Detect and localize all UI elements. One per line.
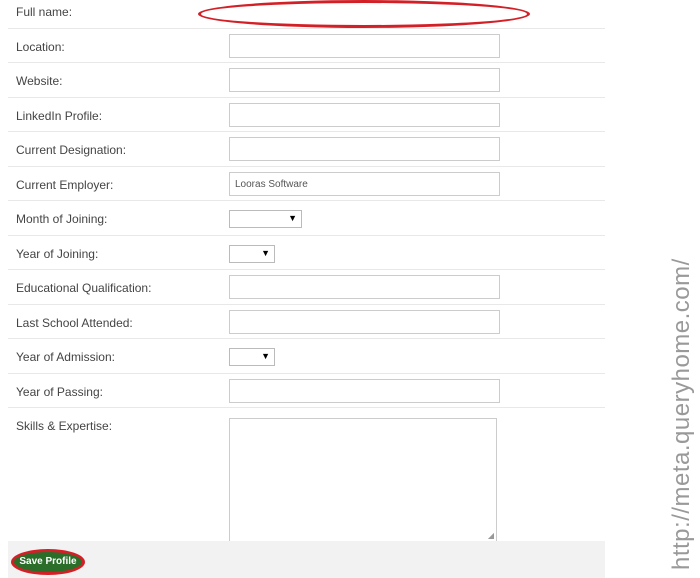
form-row: Location:	[8, 29, 605, 63]
highlight-annotation	[198, 0, 530, 28]
field-label: Current Designation:	[16, 143, 127, 157]
form-row: Current Designation:	[8, 132, 605, 167]
field-label: Full name:	[16, 5, 73, 19]
field-label: Skills & Expertise:	[16, 419, 113, 433]
resize-handle-icon[interactable]: ◢	[488, 531, 494, 540]
chevron-down-icon: ▼	[261, 351, 270, 361]
dropdown-select[interactable]: ▼	[229, 348, 275, 366]
field-label: Year of Joining:	[16, 246, 99, 261]
text-input[interactable]	[229, 309, 500, 334]
form-row: Year of Joining: ▼	[8, 236, 605, 270]
watermark: http://meta.queryhome.com/	[668, 258, 695, 570]
chevron-down-icon: ▼	[288, 213, 297, 223]
field-label: Last School Attended:	[16, 315, 133, 330]
profile-form: Full name: Location: Website: LinkedIn Prof…	[8, 0, 605, 542]
text-input[interactable]: Looras Software	[229, 171, 500, 196]
field-label: Educational Qualification:	[16, 281, 152, 295]
form-row: LinkedIn Profile:	[8, 98, 605, 132]
skills-textarea[interactable]: ◢	[229, 418, 497, 542]
text-input[interactable]	[229, 137, 500, 161]
field-label: LinkedIn Profile:	[16, 108, 103, 123]
form-footer: Save Profile	[8, 541, 605, 578]
text-input[interactable]	[229, 378, 500, 403]
save-profile-button[interactable]: Save Profile	[11, 549, 85, 575]
field-label: Year of Admission:	[16, 350, 115, 364]
form-row: Educational Qualification:	[8, 270, 605, 305]
text-input[interactable]	[229, 275, 500, 299]
form-row: Website:	[8, 63, 605, 98]
field-label: Year of Passing:	[16, 384, 103, 399]
text-input[interactable]	[229, 33, 500, 58]
form-row: Year of Admission: ▼	[8, 339, 605, 374]
dropdown-select[interactable]: ▼	[229, 210, 302, 228]
field-label: Month of Joining:	[16, 212, 108, 226]
form-row: Last School Attended:	[8, 305, 605, 339]
form-row: Current Employer: Looras Software	[8, 167, 605, 201]
field-label: Website:	[16, 74, 63, 88]
form-row: Year of Passing:	[8, 374, 605, 408]
form-row: Skills & Expertise: ◢	[8, 408, 605, 542]
dropdown-select[interactable]: ▼	[229, 244, 275, 263]
field-label: Location:	[16, 39, 65, 54]
field-label: Current Employer:	[16, 177, 114, 192]
chevron-down-icon: ▼	[261, 247, 270, 258]
text-input[interactable]	[229, 102, 500, 127]
form-row: Month of Joining: ▼	[8, 201, 605, 236]
text-input[interactable]	[229, 68, 500, 92]
